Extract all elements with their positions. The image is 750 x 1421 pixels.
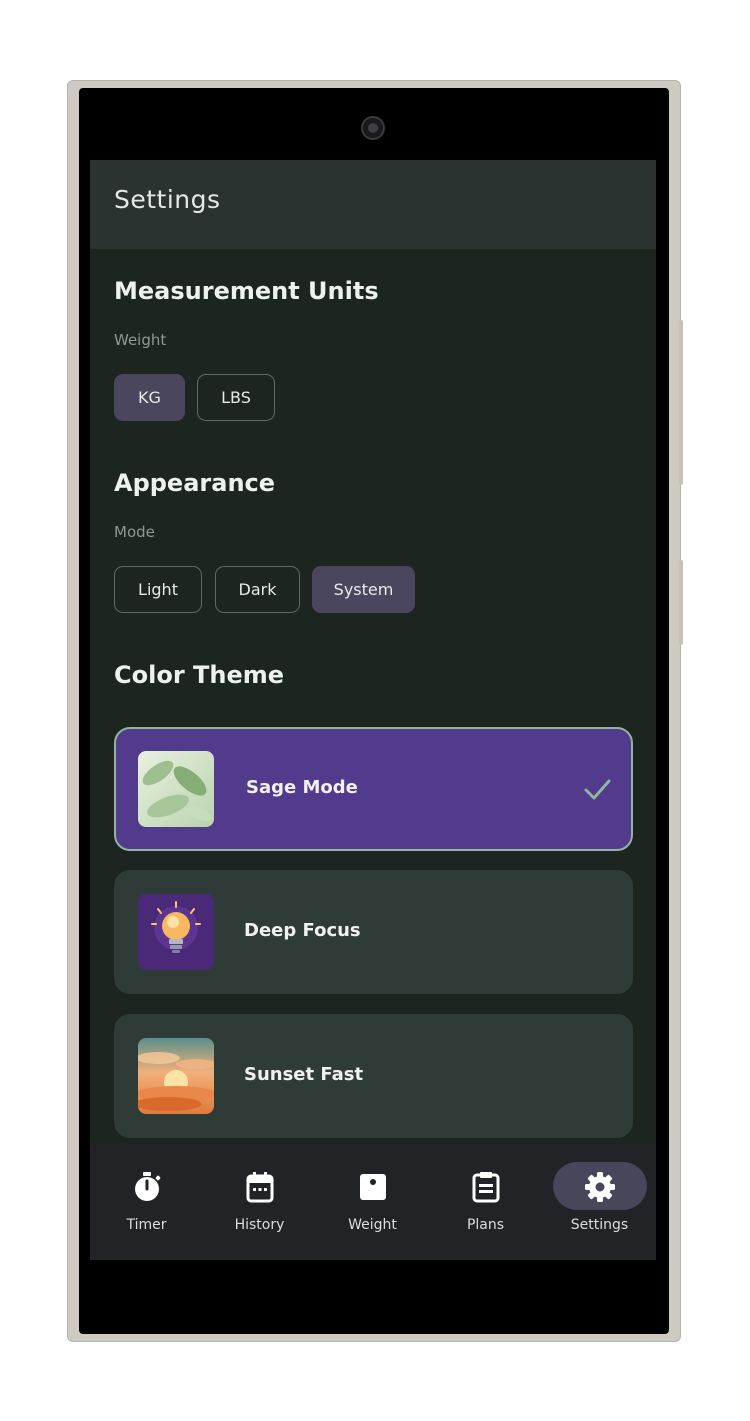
mode-dark-chip[interactable]: Dark <box>215 566 300 613</box>
nav-item-history[interactable]: History <box>203 1145 316 1260</box>
nav-label: History <box>234 1217 285 1233</box>
theme-name: Sunset Fast <box>244 1064 364 1085</box>
stopwatch-icon <box>134 1172 160 1201</box>
scale-icon <box>359 1174 386 1200</box>
nav-label: Settings <box>570 1217 629 1233</box>
weight-label: Weight <box>114 331 167 349</box>
gesture-area <box>90 1260 656 1320</box>
theme-card-sage-mode[interactable]: Sage Mode <box>114 727 633 851</box>
document-icon <box>472 1172 499 1203</box>
unit-lbs-chip[interactable]: LBS <box>197 374 275 421</box>
sunset-image <box>138 1038 214 1114</box>
screen: Settings Measurement Units Weight KG LBS… <box>90 100 656 1320</box>
unit-kg-chip[interactable]: KG <box>114 374 185 421</box>
gear-icon <box>584 1172 615 1202</box>
calendar-icon <box>246 1172 273 1203</box>
page-title: Settings <box>114 185 221 214</box>
mode-label: Mode <box>114 523 155 541</box>
check-icon <box>584 779 611 800</box>
side-button <box>679 320 683 485</box>
theme-name: Sage Mode <box>246 777 358 798</box>
lightbulb-image <box>138 894 214 970</box>
mode-light-chip[interactable]: Light <box>114 566 202 613</box>
mode-system-chip[interactable]: System <box>312 566 415 613</box>
section-title-color-theme: Color Theme <box>114 661 285 689</box>
nav-label: Timer <box>126 1217 167 1233</box>
leaf-image <box>138 751 214 827</box>
bottom-navigation: Timer History Weight Plans Settings <box>90 1145 656 1260</box>
camera-icon <box>361 116 385 140</box>
status-area <box>90 100 656 160</box>
theme-card-deep-focus[interactable]: Deep Focus <box>114 870 633 994</box>
side-button <box>679 560 683 645</box>
app-bar: Settings <box>90 160 656 249</box>
nav-label: Plans <box>466 1217 505 1233</box>
nav-item-weight[interactable]: Weight <box>316 1145 429 1260</box>
nav-item-plans[interactable]: Plans <box>429 1145 542 1260</box>
nav-item-timer[interactable]: Timer <box>90 1145 203 1260</box>
settings-content: Measurement Units Weight KG LBS Appearan… <box>90 249 656 1145</box>
nav-item-settings[interactable]: Settings <box>543 1145 656 1260</box>
nav-label: Weight <box>348 1217 397 1233</box>
theme-card-sunset-fast[interactable]: Sunset Fast <box>114 1014 633 1138</box>
section-title-measurement: Measurement Units <box>114 277 379 305</box>
section-title-appearance: Appearance <box>114 469 276 497</box>
theme-name: Deep Focus <box>244 920 361 941</box>
